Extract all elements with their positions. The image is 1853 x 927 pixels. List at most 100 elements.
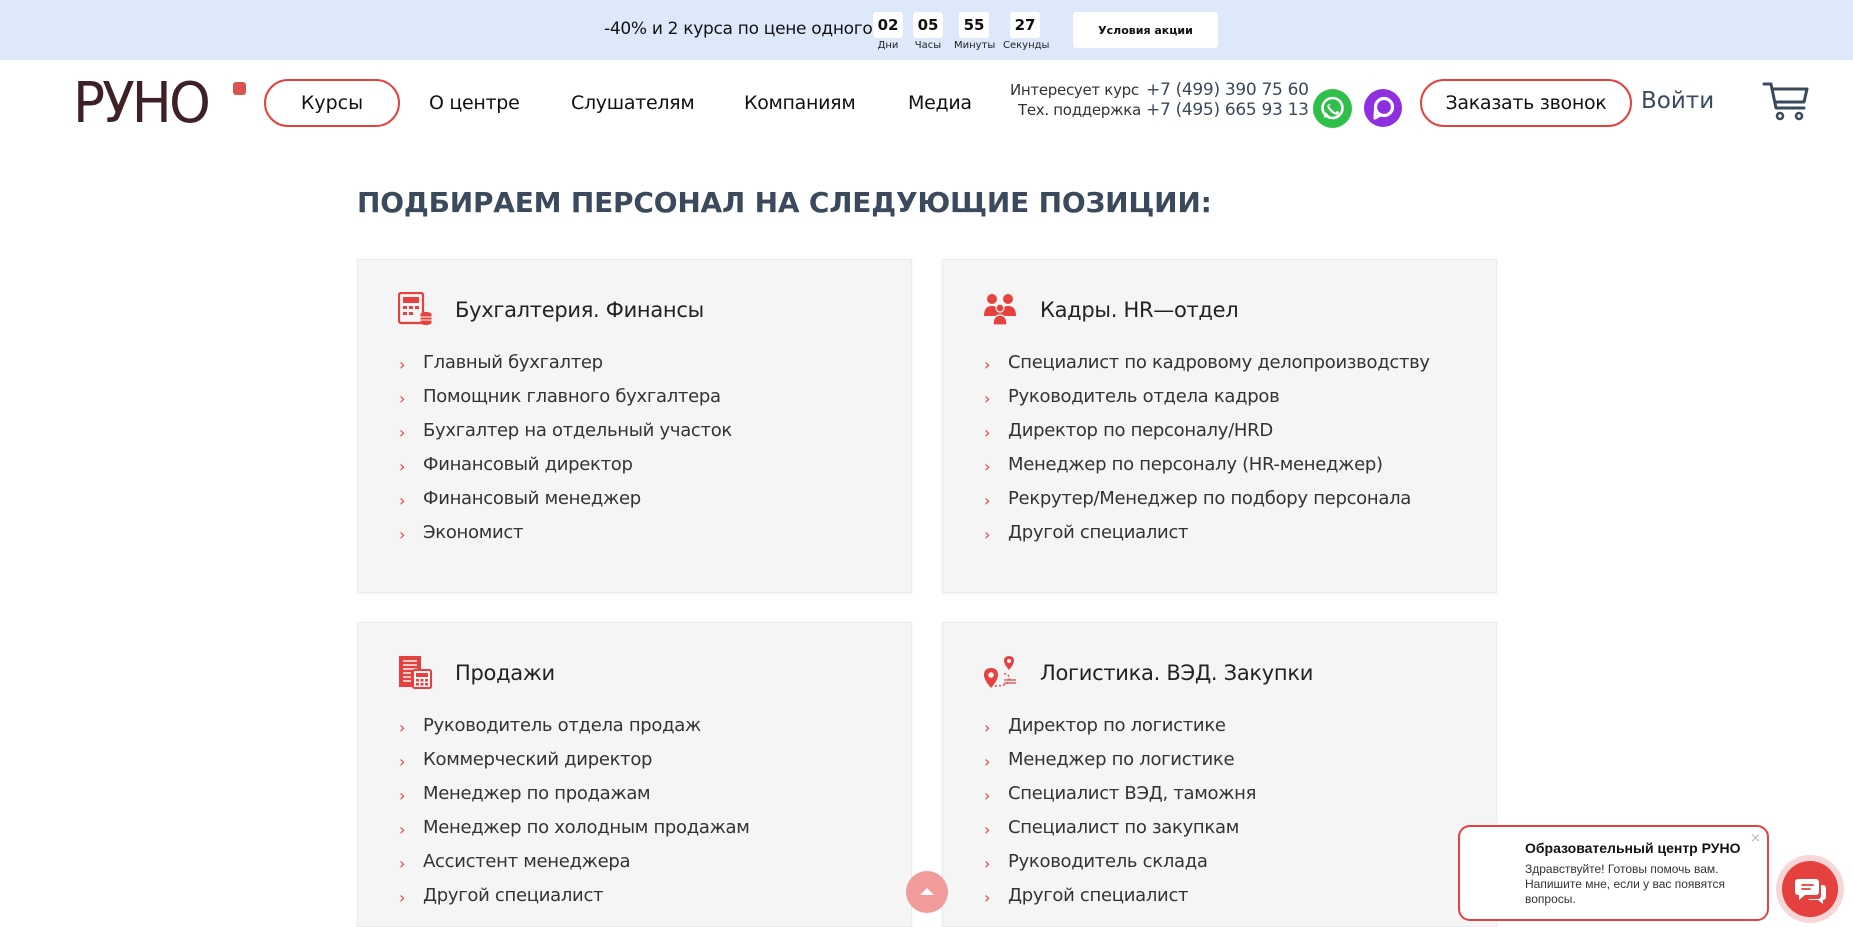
nav-media[interactable]: Медиа <box>908 92 972 114</box>
position-card-hr: Кадры. HR—отдел › Специалист по кадровому… <box>942 259 1497 593</box>
list-item: › Главный бухгалтер <box>398 352 732 386</box>
card-title: Продажи <box>455 661 555 685</box>
position-label: Бухгалтер на отдельный участок <box>423 420 732 441</box>
list-item: › Специалист ВЭД, таможня <box>983 783 1256 817</box>
nav-students[interactable]: Слушателям <box>571 92 695 114</box>
chevron-right-icon: › <box>399 718 406 737</box>
position-label: Ассистент менеджера <box>423 851 631 872</box>
position-label: Помощник главного бухгалтера <box>423 386 721 407</box>
chat-open-button[interactable] <box>1782 861 1838 917</box>
nav-about[interactable]: О центре <box>429 92 520 114</box>
whatsapp-icon[interactable] <box>1313 89 1352 128</box>
section-title: ПОДБИРАЕМ ПЕРСОНАЛ НА СЛЕДУЮЩИЕ ПОЗИЦИИ: <box>357 186 1212 219</box>
list-item: › Рекрутер/Менеджер по подбору персонала <box>983 488 1430 522</box>
timer-seconds-value: 27 <box>1010 12 1040 38</box>
list-item: › Специалист по закупкам <box>983 817 1256 851</box>
chevron-right-icon: › <box>399 457 406 476</box>
position-card-logistics: Логистика. ВЭД. Закупки › Директор по лог… <box>942 622 1497 927</box>
login-link[interactable]: Войти <box>1641 88 1714 114</box>
scroll-to-top-button[interactable] <box>906 871 948 913</box>
position-label: Специалист по кадровому делопроизводству <box>1008 352 1430 373</box>
chevron-right-icon: › <box>984 854 991 873</box>
contact-phone-support[interactable]: +7 (495) 665 93 13 <box>1146 100 1309 120</box>
route-pin-icon <box>983 655 1017 689</box>
chevron-right-icon: › <box>984 786 991 805</box>
chat-title: Образовательный центр РУНО <box>1525 840 1741 856</box>
nav-companies[interactable]: Компаниям <box>744 92 856 114</box>
chevron-right-icon: › <box>399 423 406 442</box>
chat-bubble-icon <box>1795 879 1826 904</box>
chevron-right-icon: › <box>399 854 406 873</box>
position-label: Руководитель отдела продаж <box>423 715 701 736</box>
list-item: › Менеджер по холодным продажам <box>398 817 750 851</box>
position-label: Финансовый менеджер <box>423 488 641 509</box>
document-calculator-icon <box>398 655 432 689</box>
timer-minutes-label: Минуты <box>954 40 996 51</box>
timer-days-value: 02 <box>873 12 903 38</box>
list-item: › Менеджер по персоналу (HR-менеджер) <box>983 454 1430 488</box>
position-label: Другой специалист <box>1008 885 1189 906</box>
position-label: Менеджер по персоналу (HR-менеджер) <box>1008 454 1383 475</box>
chevron-right-icon: › <box>984 491 991 510</box>
list-item: › Руководитель склада <box>983 851 1256 885</box>
chevron-right-icon: › <box>984 718 991 737</box>
chevron-right-icon: › <box>399 786 406 805</box>
list-item: › Директор по персоналу/HRD <box>983 420 1430 454</box>
chevron-right-icon: › <box>399 491 406 510</box>
calculator-icon <box>397 291 432 326</box>
position-label: Менеджер по холодным продажам <box>423 817 750 838</box>
logo-dot <box>233 82 246 95</box>
list-item: › Экономист <box>398 522 732 556</box>
card-title: Бухгалтерия. Финансы <box>455 298 704 322</box>
chat-popup[interactable]: Образовательный центр РУНО Здравствуйте!… <box>1458 825 1769 921</box>
list-item: › Помощник главного бухгалтера <box>398 386 732 420</box>
position-label: Рекрутер/Менеджер по подбору персонала <box>1008 488 1412 509</box>
promo-terms-button[interactable]: Условия акции <box>1073 12 1218 48</box>
chevron-right-icon: › <box>984 525 991 544</box>
chevron-right-icon: › <box>984 355 991 374</box>
chevron-right-icon: › <box>399 752 406 771</box>
chevron-right-icon: › <box>399 820 406 839</box>
cart-icon[interactable] <box>1762 80 1810 122</box>
position-list: › Руководитель отдела продаж › Коммерчески… <box>398 715 750 919</box>
list-item: › Финансовый директор <box>398 454 732 488</box>
position-list: › Специалист по кадровому делопроизводств… <box>983 352 1430 556</box>
max-messenger-icon[interactable] <box>1364 89 1402 127</box>
chevron-right-icon: › <box>984 820 991 839</box>
chat-close-button[interactable]: × <box>1750 831 1761 846</box>
timer-hours-label: Часы <box>914 40 942 51</box>
timer-seconds-label: Секунды <box>1003 40 1050 51</box>
chevron-right-icon: › <box>399 355 406 374</box>
position-card-sales: Продажи › Руководитель отдела продаж › Ком… <box>357 622 912 927</box>
contact-phone-course[interactable]: +7 (499) 390 75 60 <box>1146 80 1309 100</box>
position-label: Другой специалист <box>1008 522 1189 543</box>
list-item: › Другой специалист <box>983 885 1256 919</box>
chat-message: Здравствуйте! Готовы помочь вам. Напишит… <box>1525 862 1726 906</box>
card-title: Кадры. HR—отдел <box>1040 298 1239 322</box>
order-call-button[interactable]: Заказать звонок <box>1420 79 1632 127</box>
list-item: › Коммерческий директор <box>398 749 750 783</box>
list-item: › Директор по логистике <box>983 715 1256 749</box>
position-list: › Главный бухгалтер › Помощник главного бу… <box>398 352 732 556</box>
chevron-right-icon: › <box>984 423 991 442</box>
list-item: › Руководитель отдела продаж <box>398 715 750 749</box>
position-label: Специалист ВЭД, таможня <box>1008 783 1257 804</box>
position-label: Специалист по закупкам <box>1008 817 1239 838</box>
position-label: Другой специалист <box>423 885 604 906</box>
position-label: Руководитель отдела кадров <box>1008 386 1280 407</box>
timer-days-label: Дни <box>877 40 899 51</box>
chevron-right-icon: › <box>984 888 991 907</box>
list-item: › Руководитель отдела кадров <box>983 386 1430 420</box>
list-item: › Специалист по кадровому делопроизводств… <box>983 352 1430 386</box>
position-label: Менеджер по продажам <box>423 783 651 804</box>
chevron-right-icon: › <box>984 752 991 771</box>
position-label: Финансовый директор <box>423 454 633 475</box>
position-card-finance: Бухгалтерия. Финансы › Главный бухгалтер … <box>357 259 912 593</box>
chevron-up-icon <box>920 888 934 895</box>
list-item: › Бухгалтер на отдельный участок <box>398 420 732 454</box>
logo[interactable]: РУНО <box>73 76 211 132</box>
list-item: › Финансовый менеджер <box>398 488 732 522</box>
nav-courses-button[interactable]: Курсы <box>264 79 400 127</box>
promo-text: -40% и 2 курса по цене одного <box>604 19 873 39</box>
timer-minutes-value: 55 <box>959 12 989 38</box>
